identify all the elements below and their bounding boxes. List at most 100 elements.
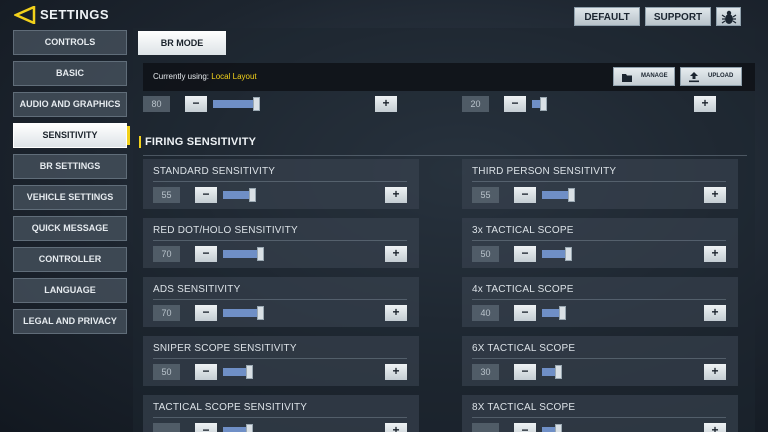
tab-br-mode[interactable]: BR MODE bbox=[138, 31, 226, 55]
decrease-button[interactable]: − bbox=[514, 423, 536, 432]
decrease-button[interactable]: − bbox=[195, 364, 217, 380]
value-field[interactable]: 50 bbox=[153, 364, 180, 380]
slider-handle[interactable] bbox=[257, 306, 264, 320]
increase-button[interactable]: + bbox=[385, 305, 407, 321]
layout-bar: Currently using: Local Layout MANAGE UPL… bbox=[143, 63, 755, 91]
setting-divider bbox=[472, 358, 726, 359]
slider-handle[interactable] bbox=[559, 306, 566, 320]
decrease-button[interactable]: − bbox=[504, 96, 526, 112]
slider-handle[interactable] bbox=[555, 365, 562, 379]
slider-handle[interactable] bbox=[257, 247, 264, 261]
increase-button[interactable]: + bbox=[385, 246, 407, 262]
sidebar-item-controller[interactable]: CONTROLLER bbox=[13, 247, 127, 272]
sensitivity-slider[interactable] bbox=[223, 247, 378, 261]
setting-label: 3x TACTICAL SCOPE bbox=[472, 225, 574, 236]
default-button[interactable]: DEFAULT bbox=[574, 7, 640, 26]
sidebar-item-audio-and-graphics[interactable]: AUDIO AND GRAPHICS bbox=[13, 92, 127, 117]
header-bar: SETTINGS DEFAULT SUPPORT bbox=[0, 0, 768, 30]
decrease-button[interactable]: − bbox=[195, 423, 217, 432]
value-field[interactable]: 30 bbox=[472, 364, 499, 380]
increase-button[interactable]: + bbox=[704, 305, 726, 321]
value-field[interactable]: 80 bbox=[143, 96, 170, 112]
value-field[interactable] bbox=[472, 423, 499, 432]
bug-icon bbox=[721, 10, 737, 24]
decrease-button[interactable]: − bbox=[195, 246, 217, 262]
decrease-button[interactable]: − bbox=[514, 364, 536, 380]
slider-handle[interactable] bbox=[246, 365, 253, 379]
value-field[interactable]: 50 bbox=[472, 246, 499, 262]
sidebar-item-language[interactable]: LANGUAGE bbox=[13, 278, 127, 303]
increase-button[interactable]: + bbox=[704, 423, 726, 432]
mode-tab-bar: BR MODE bbox=[133, 28, 755, 58]
setting-divider bbox=[153, 358, 407, 359]
layout-name: Local Layout bbox=[211, 72, 257, 81]
section-divider bbox=[143, 155, 747, 156]
sensitivity-control: 70− + bbox=[153, 246, 409, 262]
sensitivity-slider[interactable] bbox=[542, 424, 697, 432]
decrease-button[interactable]: − bbox=[195, 187, 217, 203]
sidebar-item-br-settings[interactable]: BR SETTINGS bbox=[13, 154, 127, 179]
sensitivity-slider[interactable] bbox=[542, 247, 697, 261]
sidebar-item-quick-message[interactable]: QUICK MESSAGE bbox=[13, 216, 127, 241]
decrease-button[interactable]: − bbox=[185, 96, 207, 112]
decrease-button[interactable]: − bbox=[514, 187, 536, 203]
value-field[interactable]: 55 bbox=[153, 187, 180, 203]
manage-layout-button[interactable]: MANAGE bbox=[613, 67, 675, 86]
value-field[interactable]: 70 bbox=[153, 305, 180, 321]
sensitivity-control: 50− + bbox=[153, 364, 409, 380]
sensitivity-slider[interactable] bbox=[223, 365, 378, 379]
increase-button[interactable]: + bbox=[385, 364, 407, 380]
layout-prefix: Currently using: bbox=[153, 72, 210, 81]
slider-handle[interactable] bbox=[555, 424, 562, 432]
increase-button[interactable]: + bbox=[704, 246, 726, 262]
slider-handle[interactable] bbox=[253, 97, 260, 111]
increase-button[interactable]: + bbox=[704, 364, 726, 380]
decrease-button[interactable]: − bbox=[514, 246, 536, 262]
sidebar-item-sensitivity[interactable]: SENSITIVITY bbox=[13, 123, 130, 148]
increase-button[interactable]: + bbox=[385, 423, 407, 432]
sensitivity-slider[interactable] bbox=[542, 306, 697, 320]
sensitivity-slider[interactable] bbox=[213, 97, 368, 111]
report-bug-button[interactable] bbox=[716, 7, 741, 26]
value-field[interactable] bbox=[153, 423, 180, 432]
sensitivity-slider[interactable] bbox=[223, 306, 378, 320]
value-field[interactable]: 70 bbox=[153, 246, 180, 262]
sensitivity-control: 20− + bbox=[462, 96, 718, 112]
sensitivity-slider[interactable] bbox=[542, 188, 697, 202]
value-field[interactable]: 40 bbox=[472, 305, 499, 321]
sidebar-item-basic[interactable]: BASIC bbox=[13, 61, 127, 86]
sidebar-item-vehicle-settings[interactable]: VEHICLE SETTINGS bbox=[13, 185, 127, 210]
slider-handle[interactable] bbox=[540, 97, 547, 111]
decrease-button[interactable]: − bbox=[514, 305, 536, 321]
setting-label: 4x TACTICAL SCOPE bbox=[472, 284, 574, 295]
setting-row: 4x TACTICAL SCOPE 40− + bbox=[462, 277, 738, 327]
back-arrow-icon[interactable] bbox=[14, 6, 36, 24]
increase-button[interactable]: + bbox=[704, 187, 726, 203]
sidebar-item-legal-and-privacy[interactable]: LEGAL AND PRIVACY bbox=[13, 309, 127, 334]
support-button[interactable]: SUPPORT bbox=[645, 7, 711, 26]
setting-label: 6X TACTICAL SCOPE bbox=[472, 343, 576, 354]
partial-setting-row: 20− + bbox=[452, 94, 742, 114]
slider-handle[interactable] bbox=[246, 424, 253, 432]
slider-handle[interactable] bbox=[565, 247, 572, 261]
increase-button[interactable]: + bbox=[385, 187, 407, 203]
sidebar-item-controls[interactable]: CONTROLS bbox=[13, 30, 127, 55]
sensitivity-slider[interactable] bbox=[223, 188, 378, 202]
decrease-button[interactable]: − bbox=[195, 305, 217, 321]
slider-fill bbox=[223, 191, 252, 199]
sensitivity-slider[interactable] bbox=[542, 365, 697, 379]
slider-handle[interactable] bbox=[568, 188, 575, 202]
section-title-firing-sensitivity: FIRING SENSITIVITY bbox=[139, 136, 256, 148]
increase-button[interactable]: + bbox=[694, 96, 716, 112]
increase-button[interactable]: + bbox=[375, 96, 397, 112]
setting-label: ADS SENSITIVITY bbox=[153, 284, 241, 295]
slider-handle[interactable] bbox=[249, 188, 256, 202]
folder-icon bbox=[622, 74, 632, 82]
sensitivity-slider[interactable] bbox=[223, 424, 378, 432]
sensitivity-control: 70− + bbox=[153, 305, 409, 321]
setting-divider bbox=[153, 181, 407, 182]
upload-layout-button[interactable]: UPLOAD bbox=[680, 67, 742, 86]
sensitivity-slider[interactable] bbox=[532, 97, 687, 111]
value-field[interactable]: 55 bbox=[472, 187, 499, 203]
value-field[interactable]: 20 bbox=[462, 96, 489, 112]
